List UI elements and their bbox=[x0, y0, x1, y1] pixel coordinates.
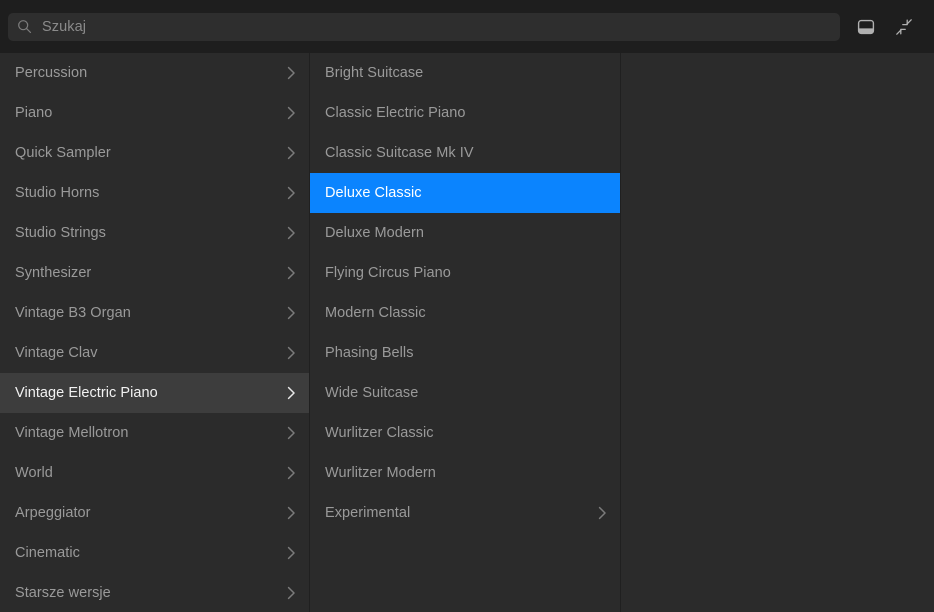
chevron-right-icon bbox=[286, 385, 297, 401]
patch-item-classic-suitcase-mk-iv[interactable]: Classic Suitcase Mk IV bbox=[310, 133, 620, 173]
category-item-label: Cinematic bbox=[15, 533, 278, 573]
patch-item-deluxe-modern[interactable]: Deluxe Modern bbox=[310, 213, 620, 253]
category-item-label: Synthesizer bbox=[15, 253, 278, 293]
search-icon bbox=[17, 19, 32, 34]
patch-item-experimental[interactable]: Experimental bbox=[310, 493, 620, 533]
patch-item-deluxe-classic[interactable]: Deluxe Classic bbox=[310, 173, 620, 213]
category-item-label: Piano bbox=[15, 93, 278, 133]
category-item-synthesizer[interactable]: Synthesizer bbox=[0, 253, 309, 293]
patch-item-label: Wurlitzer Classic bbox=[325, 413, 608, 453]
category-item-studio-horns[interactable]: Studio Horns bbox=[0, 173, 309, 213]
patch-item-label: Wide Suitcase bbox=[325, 373, 608, 413]
chevron-right-icon bbox=[286, 185, 297, 201]
patch-item-label: Bright Suitcase bbox=[325, 53, 608, 93]
category-item-label: Vintage B3 Organ bbox=[15, 293, 278, 333]
chevron-right-icon bbox=[286, 105, 297, 121]
split-view-icon bbox=[856, 18, 876, 36]
patch-column: Bright SuitcaseClassic Electric PianoCla… bbox=[310, 53, 621, 612]
chevron-right-icon bbox=[286, 505, 297, 521]
category-list: PercussionPianoQuick SamplerStudio Horns… bbox=[0, 53, 309, 612]
category-column: PercussionPianoQuick SamplerStudio Horns… bbox=[0, 53, 310, 612]
category-item-starsze-wersje[interactable]: Starsze wersje bbox=[0, 573, 309, 612]
category-item-label: Vintage Clav bbox=[15, 333, 278, 373]
patch-item-flying-circus-piano[interactable]: Flying Circus Piano bbox=[310, 253, 620, 293]
chevron-right-icon bbox=[286, 265, 297, 281]
patch-item-label: Experimental bbox=[325, 493, 589, 533]
category-item-label: Studio Horns bbox=[15, 173, 278, 213]
category-item-label: Studio Strings bbox=[15, 213, 278, 253]
patch-item-label: Deluxe Modern bbox=[325, 213, 608, 253]
patch-item-label: Wurlitzer Modern bbox=[325, 453, 608, 493]
category-item-cinematic[interactable]: Cinematic bbox=[0, 533, 309, 573]
category-item-vintage-b3-organ[interactable]: Vintage B3 Organ bbox=[0, 293, 309, 333]
patch-item-modern-classic[interactable]: Modern Classic bbox=[310, 293, 620, 333]
search-field[interactable] bbox=[8, 13, 840, 41]
category-item-label: Starsze wersje bbox=[15, 573, 278, 612]
library-browser-window: PercussionPianoQuick SamplerStudio Horns… bbox=[0, 0, 934, 612]
category-item-studio-strings[interactable]: Studio Strings bbox=[0, 213, 309, 253]
chevron-right-icon bbox=[286, 225, 297, 241]
category-item-label: Vintage Mellotron bbox=[15, 413, 278, 453]
patch-item-label: Modern Classic bbox=[325, 293, 608, 333]
chevron-right-icon bbox=[286, 145, 297, 161]
split-view-button[interactable] bbox=[854, 15, 878, 39]
category-item-label: Arpeggiator bbox=[15, 493, 278, 533]
category-item-label: World bbox=[15, 453, 278, 493]
patch-item-label: Deluxe Classic bbox=[325, 173, 608, 213]
chevron-right-icon bbox=[286, 65, 297, 81]
patch-list: Bright SuitcaseClassic Electric PianoCla… bbox=[310, 53, 620, 533]
patch-item-label: Classic Electric Piano bbox=[325, 93, 608, 133]
patch-item-wide-suitcase[interactable]: Wide Suitcase bbox=[310, 373, 620, 413]
patch-item-label: Classic Suitcase Mk IV bbox=[325, 133, 608, 173]
chevron-right-icon bbox=[286, 345, 297, 361]
chevron-right-icon bbox=[286, 465, 297, 481]
patch-item-classic-electric-piano[interactable]: Classic Electric Piano bbox=[310, 93, 620, 133]
collapse-arrows-icon bbox=[894, 17, 914, 37]
toolbar-buttons bbox=[854, 15, 920, 39]
category-item-vintage-electric-piano[interactable]: Vintage Electric Piano bbox=[0, 373, 309, 413]
chevron-right-icon bbox=[286, 585, 297, 601]
patch-item-wurlitzer-classic[interactable]: Wurlitzer Classic bbox=[310, 413, 620, 453]
collapse-button[interactable] bbox=[892, 15, 916, 39]
chevron-right-icon bbox=[286, 305, 297, 321]
patch-item-label: Phasing Bells bbox=[325, 333, 608, 373]
patch-item-phasing-bells[interactable]: Phasing Bells bbox=[310, 333, 620, 373]
category-item-vintage-clav[interactable]: Vintage Clav bbox=[0, 333, 309, 373]
category-item-percussion[interactable]: Percussion bbox=[0, 53, 309, 93]
toolbar bbox=[0, 0, 934, 53]
chevron-right-icon bbox=[286, 545, 297, 561]
category-item-arpeggiator[interactable]: Arpeggiator bbox=[0, 493, 309, 533]
category-item-vintage-mellotron[interactable]: Vintage Mellotron bbox=[0, 413, 309, 453]
category-item-label: Vintage Electric Piano bbox=[15, 373, 278, 413]
category-item-piano[interactable]: Piano bbox=[0, 93, 309, 133]
patch-item-label: Flying Circus Piano bbox=[325, 253, 608, 293]
chevron-right-icon bbox=[286, 425, 297, 441]
category-item-label: Percussion bbox=[15, 53, 278, 93]
detail-column bbox=[621, 53, 934, 612]
category-item-world[interactable]: World bbox=[0, 453, 309, 493]
patch-item-wurlitzer-modern[interactable]: Wurlitzer Modern bbox=[310, 453, 620, 493]
category-item-label: Quick Sampler bbox=[15, 133, 278, 173]
chevron-right-icon bbox=[597, 505, 608, 521]
browser-columns: PercussionPianoQuick SamplerStudio Horns… bbox=[0, 53, 934, 612]
search-input[interactable] bbox=[42, 14, 832, 40]
category-item-quick-sampler[interactable]: Quick Sampler bbox=[0, 133, 309, 173]
patch-item-bright-suitcase[interactable]: Bright Suitcase bbox=[310, 53, 620, 93]
